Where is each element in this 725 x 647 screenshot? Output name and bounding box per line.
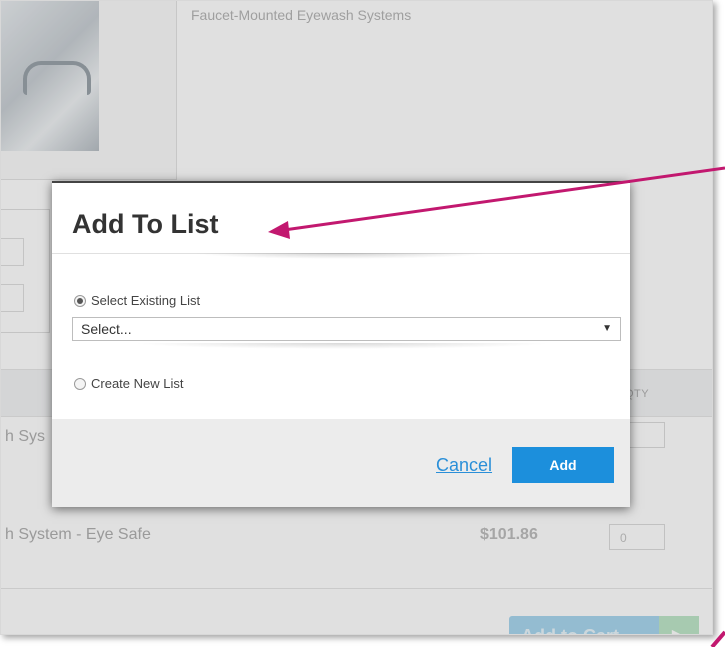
dialog-footer: Cancel Add [52, 419, 630, 507]
dialog-header: Add To List [52, 183, 630, 259]
existing-list-select[interactable]: Select... ▼ [72, 317, 621, 341]
select-existing-radio[interactable] [74, 294, 86, 307]
create-new-label: Create New List [91, 376, 184, 391]
screen: Faucet-Mounted Eyewash Systems QTY h Sys… [0, 0, 713, 635]
create-new-list-option[interactable]: Create New List [74, 376, 183, 391]
select-shadow [132, 343, 552, 349]
chevron-down-icon: ▼ [602, 323, 612, 334]
select-existing-label: Select Existing List [91, 293, 201, 308]
add-to-list-dialog: Add To List Select Existing List Select.… [52, 181, 630, 507]
select-value: Select... [81, 321, 132, 337]
cancel-link[interactable]: Cancel [436, 455, 492, 476]
add-button[interactable]: Add [512, 447, 614, 483]
annotation-corner-stroke [710, 630, 725, 647]
select-existing-list-option[interactable]: Select Existing List [74, 293, 200, 308]
dialog-title: Add To List [72, 209, 219, 239]
create-new-radio[interactable] [74, 377, 86, 390]
